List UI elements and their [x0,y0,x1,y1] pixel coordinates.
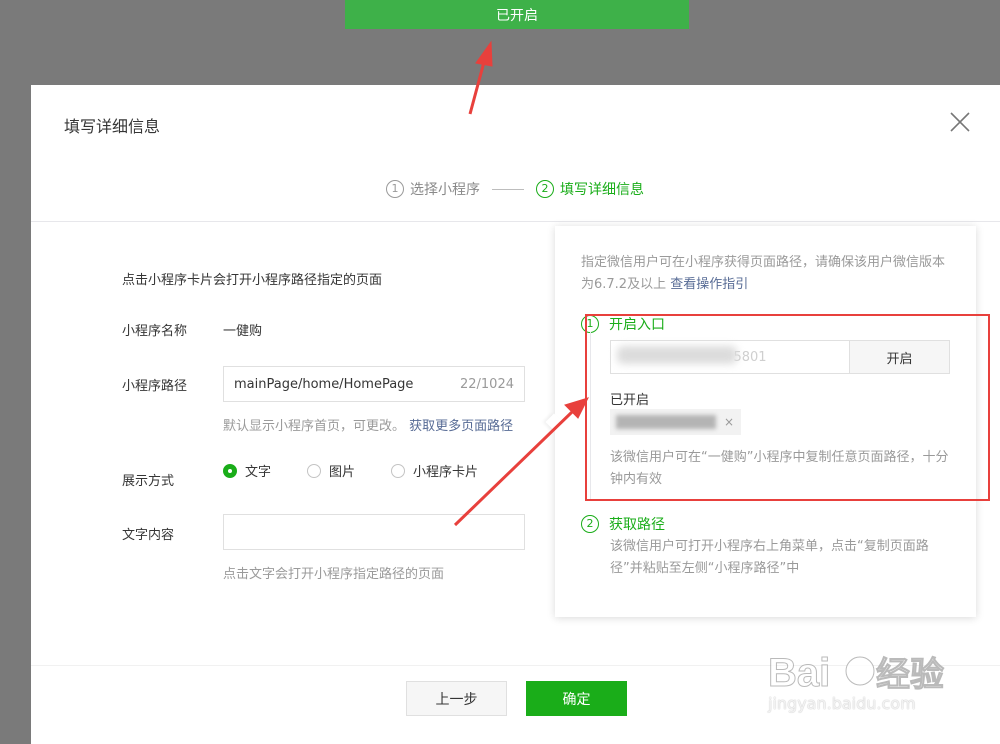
header-divider [31,221,1000,222]
popover-desc-text: 指定微信用户可在小程序获得页面路径，请确保该用户微信版本为6.7.2及以上 [581,255,946,292]
path-label: 小程序路径 [122,379,188,394]
step-divider [492,188,524,190]
step-fill-details: 2 填写详细信息 [536,179,644,199]
app-name-label: 小程序名称 [122,324,188,339]
step-number: 2 [536,180,554,198]
step-number: 1 [581,315,599,333]
redacted-user [616,415,716,429]
remove-tag-icon[interactable]: × [724,415,734,429]
close-icon[interactable] [949,111,971,133]
step-get-path: 2 获取路径 [581,514,665,534]
opened-user-tag: × [610,409,741,435]
radio-checked-icon [223,463,237,478]
get-more-paths-link[interactable]: 获取更多页面路径 [409,419,513,434]
text-content-input[interactable] [223,514,525,550]
path-helper-popover: 指定微信用户可在小程序获得页面路径，请确保该用户微信版本为6.7.2及以上 查看… [555,226,976,617]
path-input-value: mainPage/home/HomePage [234,376,414,392]
opened-label: 已开启 [610,393,650,408]
radio-text[interactable]: 文字 [223,461,271,480]
view-guide-link[interactable]: 查看操作指引 [670,277,748,292]
svg-text:Bai: Bai [768,651,830,695]
svg-text:经验: 经验 [876,655,944,694]
step-title: 获取路径 [609,517,665,533]
confirm-button[interactable]: 确定 [526,681,627,716]
popover-description: 指定微信用户可在小程序获得页面路径，请确保该用户微信版本为6.7.2及以上 查看… [581,252,956,296]
toast-text: 已开启 [496,7,538,24]
text-content-tip: 点击文字会打开小程序指定路径的页面 [223,567,445,582]
path-tip: 默认显示小程序首页，可更改。 获取更多页面路径 [223,415,513,434]
previous-step-button[interactable]: 上一步 [406,681,507,716]
display-mode-label: 展示方式 [122,474,175,489]
text-content-label: 文字内容 [122,528,175,543]
open-button[interactable]: 开启 [849,340,950,374]
step-label: 填写详细信息 [560,182,644,198]
get-path-note: 该微信用户可打开小程序右上角菜单，点击“复制页面路径”并粘贴至左侧“小程序路径”… [610,539,929,576]
dialog-title: 填写详细信息 [64,117,161,136]
baidu-jingyan-watermark: Bai 经验 jingyan.baidu.com [768,636,968,726]
radio-unchecked-icon [391,463,406,478]
path-input[interactable]: mainPage/home/HomePage 22/1024 [223,366,525,402]
step-select-app: 1 选择小程序 [386,179,480,199]
step-indicator: 1 选择小程序 2 填写详细信息 [386,179,644,199]
watermark-url: jingyan.baidu.com [768,694,916,713]
radio-image[interactable]: 图片 [307,461,355,480]
open-entry-note: 该微信用户可在“一健购”小程序中复制任意页面路径，十分钟内有效 [610,450,949,487]
form-hint: 点击小程序卡片会打开小程序路径指定的页面 [122,273,383,288]
radio-unchecked-icon [307,463,322,478]
display-mode-radio-group: 文字 图片 小程序卡片 [223,461,514,480]
radio-label: 小程序卡片 [413,465,479,480]
wechat-id-value: 5801 [733,349,767,365]
radio-label: 文字 [245,465,272,480]
path-char-count: 22/1024 [459,376,514,392]
path-tip-text: 默认显示小程序首页，可更改。 [223,419,406,434]
step-label: 选择小程序 [410,182,480,198]
step-number: 1 [386,180,404,198]
step-number: 2 [581,515,599,533]
step-open-entry: 1 开启入口 [581,314,665,334]
step-connector [590,332,591,500]
radio-mini-program-card[interactable]: 小程序卡片 [391,461,478,480]
step-title: 开启入口 [609,317,665,333]
app-name-value: 一健购 [223,324,263,339]
radio-label: 图片 [329,465,356,480]
redacted-text [617,346,737,364]
status-toast: 已开启 [345,0,689,29]
